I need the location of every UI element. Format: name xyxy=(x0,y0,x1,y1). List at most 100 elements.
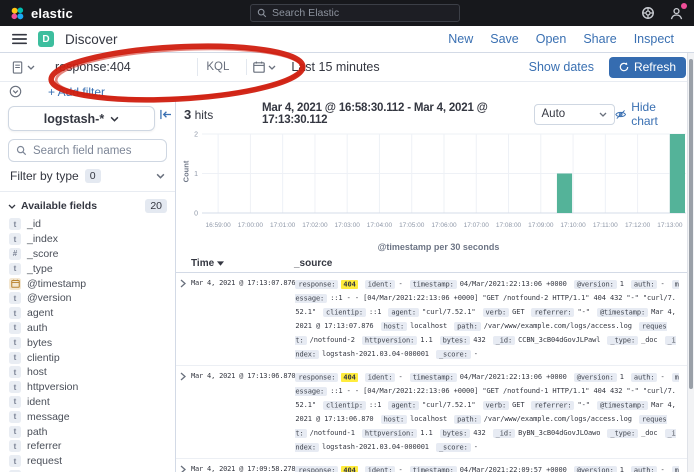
expand-row-button[interactable] xyxy=(176,463,191,472)
field-name: bytes xyxy=(27,337,52,349)
field-value: CCBN_3cB04dGovJLPawl xyxy=(518,336,600,344)
global-search-input[interactable]: Search Elastic xyxy=(250,4,460,22)
field-value: - xyxy=(398,373,402,381)
document-time: Mar 4, 2021 @ 17:09:58.278 xyxy=(191,463,295,472)
source-column-header: _source xyxy=(294,258,332,269)
index-pattern-label: logstash-* xyxy=(44,112,104,126)
field-name: path xyxy=(27,426,47,438)
date-quick-select-button[interactable] xyxy=(246,59,282,75)
time-column-header[interactable]: Time xyxy=(191,258,291,269)
field-key-badge: host: xyxy=(381,415,408,424)
source-column-label: _source xyxy=(294,258,332,269)
field-item-path[interactable]: tpath xyxy=(9,424,175,439)
add-filter-button[interactable]: + Add filter xyxy=(48,85,105,99)
field-item-request[interactable]: trequest xyxy=(9,454,175,469)
field-item-timestamp[interactable]: @timestamp xyxy=(9,276,175,291)
field-item-auth[interactable]: tauth xyxy=(9,321,175,336)
chevron-down-icon xyxy=(599,112,607,117)
field-value: 432 xyxy=(473,336,485,344)
svg-text:16:59:00: 16:59:00 xyxy=(205,222,231,229)
expand-row-button[interactable] xyxy=(176,370,191,454)
svg-text:17:10:00: 17:10:00 xyxy=(560,222,586,229)
svg-text:17:12:00: 17:12:00 xyxy=(625,222,651,229)
hide-chart-button[interactable]: Hide chart xyxy=(615,100,679,128)
string-field-icon: t xyxy=(9,411,21,423)
field-value: 04/Mar/2021:22:13:06 +0000 xyxy=(460,280,567,288)
share-button[interactable]: Share xyxy=(583,32,616,46)
histogram-bar[interactable] xyxy=(670,134,685,213)
field-item-referrer[interactable]: treferrer xyxy=(9,439,175,454)
query-input[interactable]: response:404 xyxy=(55,60,131,74)
histogram-bar[interactable] xyxy=(557,174,572,214)
new-button[interactable]: New xyxy=(448,32,473,46)
elastic-logo[interactable]: elastic xyxy=(10,6,73,21)
field-item-message[interactable]: tmessage xyxy=(9,409,175,424)
filter-by-type[interactable]: Filter by type 0 xyxy=(0,169,175,192)
inspect-button[interactable]: Inspect xyxy=(634,32,674,46)
filter-by-type-label: Filter by type xyxy=(10,169,79,183)
collapse-sidebar-button[interactable] xyxy=(159,109,172,120)
field-item-bytes[interactable]: tbytes xyxy=(9,335,175,350)
save-button[interactable]: Save xyxy=(490,32,519,46)
field-item-agent[interactable]: tagent xyxy=(9,306,175,321)
field-key-badge: _score: xyxy=(436,350,471,359)
global-header: elastic Search Elastic xyxy=(0,0,694,26)
menu-icon[interactable] xyxy=(12,33,27,45)
scrollbar-thumb[interactable] xyxy=(689,59,693,389)
field-value: - xyxy=(474,443,478,451)
field-item-id[interactable]: t_id xyxy=(9,217,175,232)
histogram-chart[interactable]: Count 01216:59:0017:00:0017:01:0017:02:0… xyxy=(176,129,687,239)
string-field-icon: t xyxy=(9,218,21,230)
interval-select[interactable]: Auto xyxy=(534,104,615,125)
string-field-icon: t xyxy=(9,263,21,275)
field-item-score[interactable]: #_score xyxy=(9,247,175,262)
field-key-badge: timestamp: xyxy=(410,280,457,289)
field-item-version[interactable]: t@version xyxy=(9,291,175,306)
field-item-ident[interactable]: tident xyxy=(9,395,175,410)
document-time: Mar 4, 2021 @ 17:13:07.876 xyxy=(191,277,295,361)
field-name: auth xyxy=(27,322,47,334)
chevron-right-icon xyxy=(180,465,186,472)
field-value: GET xyxy=(512,401,524,409)
calendar-icon xyxy=(253,61,265,73)
document-rows: Mar 4, 2021 @ 17:13:07.876response:404id… xyxy=(176,273,687,472)
field-item-httpversion[interactable]: thttpversion xyxy=(9,380,175,395)
refresh-button[interactable]: Refresh xyxy=(609,57,686,78)
available-fields-header[interactable]: Available fields 20 xyxy=(0,192,175,217)
field-value: - xyxy=(398,280,402,288)
search-icon xyxy=(257,8,267,18)
field-key-badge: @version: xyxy=(574,466,617,472)
open-button[interactable]: Open xyxy=(536,32,567,46)
time-range-value[interactable]: Last 15 minutes xyxy=(291,60,379,74)
user-avatar[interactable] xyxy=(669,6,684,21)
elastic-logo-icon xyxy=(10,6,25,21)
hits-count: 3 hits xyxy=(184,107,262,122)
chart-header: 3 hits Mar 4, 2021 @ 16:58:30.112 - Mar … xyxy=(176,101,687,127)
field-key-badge: agent: xyxy=(388,401,419,410)
svg-text:1: 1 xyxy=(194,171,198,178)
field-item-host[interactable]: thost xyxy=(9,365,175,380)
svg-text:17:02:00: 17:02:00 xyxy=(302,222,328,229)
field-search-input[interactable]: Search field names xyxy=(8,139,167,162)
field-value: /var/www/example.com/logs/access.log xyxy=(484,322,632,330)
field-item-response[interactable]: tresponse xyxy=(9,469,175,472)
field-value: _doc xyxy=(641,336,657,344)
kql-syntax-button[interactable]: KQL xyxy=(197,58,237,76)
field-item-index[interactable]: t_index xyxy=(9,232,175,247)
index-pattern-selector[interactable]: logstash-* xyxy=(8,106,155,131)
field-item-type[interactable]: t_type xyxy=(9,261,175,276)
show-dates-button[interactable]: Show dates xyxy=(529,60,594,74)
saved-query-menu-button[interactable] xyxy=(8,61,39,74)
svg-text:17:06:00: 17:06:00 xyxy=(431,222,457,229)
help-icon[interactable] xyxy=(641,6,655,20)
vertical-scrollbar[interactable] xyxy=(687,53,694,472)
field-value: logstash-2021.03.04-000001 xyxy=(322,443,429,451)
field-item-clientip[interactable]: tclientip xyxy=(9,350,175,365)
field-value: 432 xyxy=(473,429,485,437)
filter-options-button[interactable] xyxy=(9,85,22,98)
x-axis-label: @timestamp per 30 seconds xyxy=(176,239,687,254)
field-value: 1.1 xyxy=(420,336,432,344)
y-axis-label: Count xyxy=(181,161,190,183)
svg-text:17:07:00: 17:07:00 xyxy=(464,222,490,229)
expand-row-button[interactable] xyxy=(176,277,191,361)
